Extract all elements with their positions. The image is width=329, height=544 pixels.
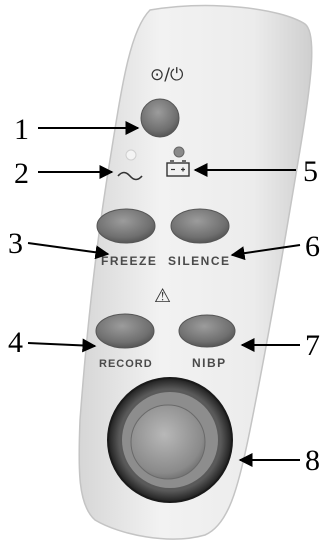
- battery-indicator: [173, 146, 185, 158]
- alarm-warning-icon: ⚠: [154, 285, 171, 307]
- nibp-button[interactable]: [178, 314, 236, 348]
- rotary-knob[interactable]: [107, 377, 233, 503]
- silence-label: SILENCE: [168, 254, 231, 268]
- callout-number-8: 8: [305, 444, 320, 477]
- callout-number-5: 5: [303, 155, 318, 188]
- record-button[interactable]: [95, 313, 155, 349]
- callout-number-1: 1: [14, 113, 29, 146]
- callout-number-6: 6: [305, 230, 320, 263]
- power-button[interactable]: [140, 98, 180, 138]
- freeze-label: FREEZE: [101, 254, 157, 268]
- freeze-button[interactable]: [96, 208, 156, 244]
- power-standby-icon: ⊙/⏻: [150, 65, 184, 85]
- silence-button[interactable]: [170, 208, 230, 244]
- nibp-label: NIBP: [192, 356, 227, 370]
- callout-arrow-3: [27, 242, 110, 260]
- callout-number-2: 2: [14, 157, 29, 190]
- record-label: RECORD: [99, 358, 153, 370]
- control-panel-diagram: ⊙/⏻ FREEZE SILENCE ⚠ RECORD NIBP 1 2 3 4…: [8, 4, 320, 540]
- callout-number-4: 4: [8, 326, 23, 359]
- ac-power-indicator: [125, 149, 137, 161]
- callout-number-7: 7: [305, 329, 320, 362]
- callout-arrow-4: [27, 338, 97, 353]
- callout-number-3: 3: [8, 227, 23, 260]
